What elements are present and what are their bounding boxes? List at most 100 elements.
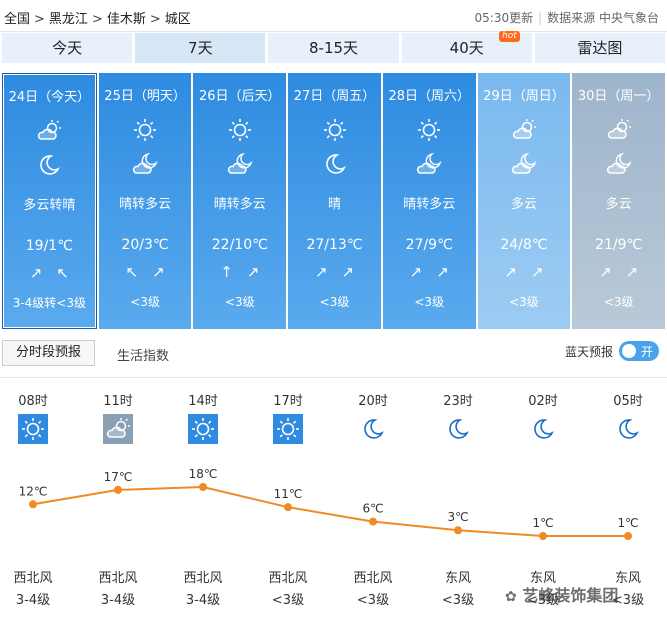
hourly-wind: 西北风 <3级 [258,568,318,612]
breadcrumb: 全国 > 黑龙江 > 佳木斯 > 城区 [4,12,191,27]
hour-wind-direction: 西北风 [183,571,223,586]
breadcrumb-item-city[interactable]: 佳木斯 [107,12,146,27]
breadcrumb-item-province[interactable]: 黑龙江 [49,12,88,27]
day-card[interactable]: 26日（后天） 晴转多云 22/10℃ ↑↗ <3级 [193,73,287,329]
toggle-knob [622,344,636,358]
hour-time: 20时 [358,394,388,409]
day-card[interactable]: 28日（周六） 晴转多云 27/9℃ ↗↗ <3级 [382,73,476,329]
tab-life-index[interactable]: 生活指数 [117,345,169,364]
day-card[interactable]: 29日（周日） 多云 24/8℃ ↗↗ <3级 [477,73,571,329]
day-card[interactable]: 25日（明天） 晴转多云 20/3℃ ↖↗ <3级 [98,73,192,329]
partly-cloudy-icon [103,414,133,444]
tab-40days[interactable]: 40天 hot [401,31,532,63]
hourly-wind: 西北风 3-4级 [88,568,148,612]
day-card[interactable]: 30日（周一） 多云 21/9℃ ↗↗ <3级 [572,73,666,329]
day-card[interactable]: 24日（今天） 多云转晴 19/1℃ ↗↖ 3-4级转<3级 [2,73,97,329]
day-wind-level: <3级 [509,295,539,309]
partly-cloudy-icon [36,118,62,144]
day-wind-level: <3级 [130,295,160,309]
cloudy-night-icon [606,151,632,177]
temperature-label: 12℃ [19,484,48,498]
day-weather-desc: 多云 [510,197,537,212]
hourly-wind: 西北风 <3级 [343,568,403,612]
temperature-label: 11℃ [274,487,303,501]
day-date: 28日（周六） [388,89,470,104]
hour-wind-direction: 西北风 [353,571,393,586]
temperature-point [284,503,292,512]
wind-direction-icons: ↗↗ [478,263,571,281]
temperature-label: 17℃ [104,470,133,484]
wind-arrow-icon: ↗ [314,263,342,281]
breadcrumb-item-country[interactable]: 全国 [4,12,30,27]
top-bar: 全国 > 黑龙江 > 佳木斯 > 城区 05:30更新 | 数据来源 中央气象台 [0,0,667,32]
wind-direction-icons: ↗↗ [288,263,381,281]
hourly-slot: 11时 [88,390,148,444]
sun-icon [132,117,158,143]
hour-wind-direction: 西北风 [98,571,138,586]
temperature-label: 1℃ [532,516,553,530]
hourly-slot: 05时 [598,390,658,444]
hour-wind-level: <3级 [526,593,560,608]
wind-arrow-icon: ↗ [29,264,57,282]
moon-icon [36,152,62,178]
wind-direction-icons: ↖↗ [99,263,192,281]
divider [0,377,667,378]
temperature-point [114,485,122,494]
day-date: 26日（后天） [199,89,281,104]
tab-today[interactable]: 今天 [2,33,133,63]
hourly-slot: 23时 [428,390,488,444]
cloudy-night-icon [227,151,253,177]
temperature-label: 1℃ [617,516,638,530]
tab-hourly-forecast[interactable]: 分时段预报 [2,340,95,366]
blue-sky-label: 蓝天预报 [564,345,613,359]
hour-wind-direction: 东风 [444,571,471,586]
hourly-wind: 东风 <3级 [513,568,573,612]
day-card[interactable]: 27日（周五） 晴 27/13℃ ↗↗ <3级 [288,73,381,329]
tab-7days[interactable]: 7天 [135,33,266,63]
hour-wind-level: 3-4级 [100,593,136,608]
day-date: 29日（周日） [483,89,565,104]
hour-wind-direction: 西北风 [13,571,53,586]
hourly-slot: 17时 [258,390,318,444]
tab-radar[interactable]: 雷达图 [534,33,666,63]
day-weather-desc: 晴 [328,197,342,212]
wind-arrow-icon: ↗ [341,263,369,281]
day-weather-desc: 多云 [605,197,632,212]
hour-wind-direction: 东风 [614,571,641,586]
hour-wind-level: 3-4级 [15,593,51,608]
moon-icon [358,414,388,444]
day-wind-level: <3级 [603,295,634,309]
hourly-wind: 东风 <3级 [598,568,658,612]
moon-icon [528,414,558,444]
blue-sky-toggle[interactable]: 开 [619,341,659,361]
update-meta: 05:30更新 | 数据来源 中央气象台 [474,11,659,25]
seven-day-forecast: 24日（今天） 多云转晴 19/1℃ ↗↖ 3-4级转<3级 25日（明天） 晴… [0,73,667,329]
day-temperature: 21/9℃ [595,237,643,253]
cloudy-night-icon [416,151,442,177]
hour-wind-level: <3级 [611,593,645,608]
day-weather-desc: 晴转多云 [119,197,172,212]
wind-arrow-icon: ↖ [56,264,83,282]
wind-arrow-icon: ↗ [625,263,653,281]
hourly-wind: 西北风 3-4级 [173,568,233,612]
sub-tabs: 分时段预报 生活指数 蓝天预报 开 [0,340,667,368]
wind-direction-icons: ↗↖ [3,264,96,282]
day-weather-desc: 晴转多云 [403,197,456,212]
moon-icon [322,151,348,177]
hourly-slot: 20时 [343,390,403,444]
hour-time: 17时 [273,394,303,409]
hour-time: 11时 [103,394,133,409]
day-temperature: 20/3℃ [121,237,169,253]
hourly-slot: 02时 [513,390,573,444]
temperature-point [454,526,462,535]
wind-arrow-icon: ↗ [599,263,626,281]
tab-8-15days[interactable]: 8-15天 [268,33,399,63]
temperature-point [624,532,632,540]
moon-icon [443,414,473,444]
day-temperature: 24/8℃ [500,237,548,253]
day-wind-level: <3级 [319,295,350,309]
cloudy-night-icon [511,151,537,177]
temperature-label: 18℃ [189,467,218,481]
hour-wind-level: 3-4级 [185,593,221,608]
sun-icon [18,414,48,444]
